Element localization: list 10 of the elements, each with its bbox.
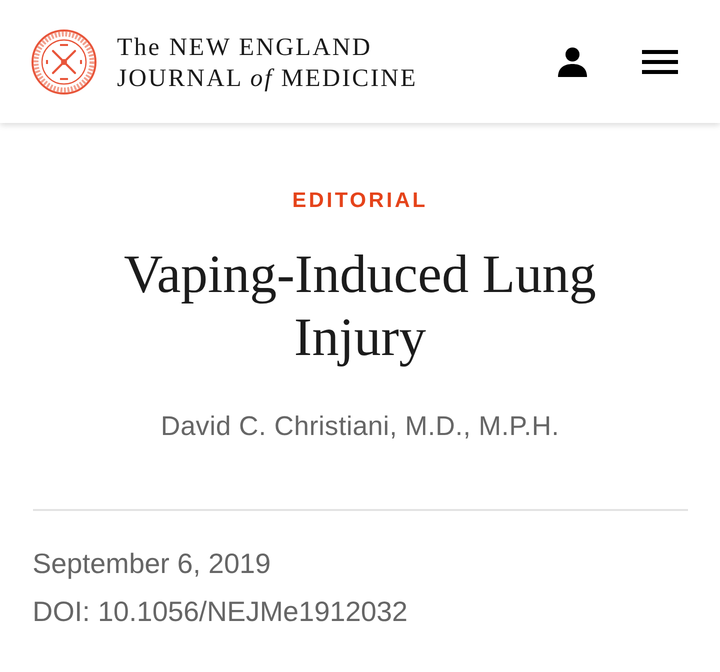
publication-date: September 6, 2019: [32, 547, 271, 581]
doi-text: DOI: 10.1056/NEJMe1912032: [32, 595, 408, 629]
menu-icon: [642, 50, 678, 74]
person-icon: [558, 46, 586, 76]
journal-title-line[interactable]: The NEW ENGLAND: [117, 32, 418, 62]
article-title: Vaping-Induced Lung Injury: [122, 243, 598, 369]
author-name[interactable]: David C. Christiani, M.D., M.P.H.: [160, 409, 560, 443]
article-category[interactable]: EDITORIAL: [292, 186, 428, 216]
journal-title-line[interactable]: JOURNAL of MEDICINE: [117, 62, 418, 94]
seal-logo-icon[interactable]: [31, 28, 97, 94]
